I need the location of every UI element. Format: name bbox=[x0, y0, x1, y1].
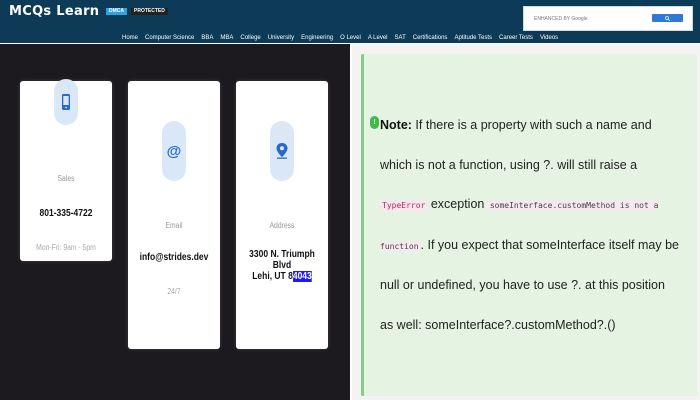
info-exclamation-icon: ! bbox=[370, 116, 379, 129]
nav-certifications[interactable]: Certifications bbox=[413, 33, 448, 43]
sales-card: Sales 801-335-4722 Mon-Fri: 9am - 5pm bbox=[20, 79, 112, 261]
nav-university[interactable]: University bbox=[268, 33, 294, 43]
address-card: Address 3300 N. Triumph Blvd Lehi, UT 84… bbox=[236, 81, 328, 349]
search-button[interactable] bbox=[652, 14, 683, 22]
contact-panel: Sales 801-335-4722 Mon-Fri: 9am - 5pm @ … bbox=[0, 44, 350, 400]
address-line2: Lehi, UT 84043 bbox=[243, 271, 321, 282]
site-header: MCQs Learn DMCA PROTECTED ENHANCED BY Go… bbox=[0, 0, 700, 43]
typeerror-code[interactable]: TypeError bbox=[380, 200, 428, 211]
email-address[interactable]: info@strides.dev bbox=[135, 252, 213, 263]
nav-college[interactable]: College bbox=[240, 33, 260, 43]
nav-engineering[interactable]: Engineering bbox=[301, 33, 333, 43]
note-op-2: ?. bbox=[571, 278, 582, 292]
address-label: Address bbox=[269, 221, 295, 230]
address-line1: 3300 N. Triumph Blvd bbox=[249, 249, 315, 271]
sales-label: Sales bbox=[57, 174, 75, 183]
google-search-box[interactable]: ENHANCED BY Google bbox=[523, 6, 693, 31]
dmca-badge[interactable]: DMCA bbox=[106, 8, 127, 15]
phone-icon bbox=[54, 79, 78, 125]
sales-phone[interactable]: 801-335-4722 bbox=[27, 208, 105, 219]
nav-mba[interactable]: MBA bbox=[220, 33, 233, 43]
search-icon bbox=[665, 15, 670, 21]
search-enhanced-label: ENHANCED BY Google bbox=[534, 16, 588, 22]
note-text-2: will still raise a bbox=[553, 157, 638, 172]
nav-computer-science[interactable]: Computer Science bbox=[145, 33, 194, 43]
nav-o-level[interactable]: O Level bbox=[340, 33, 361, 43]
email-availability: 24/7 bbox=[167, 287, 181, 296]
email-label: Email bbox=[165, 221, 183, 230]
note-text: Note: If there is a property with such a… bbox=[380, 106, 680, 345]
nav-career-tests[interactable]: Career Tests bbox=[499, 33, 533, 43]
nav-aptitude-tests[interactable]: Aptitude Tests bbox=[454, 33, 492, 43]
map-pin-icon bbox=[270, 121, 294, 181]
site-logo[interactable]: MCQs Learn bbox=[9, 4, 99, 19]
email-card: @ Email info@strides.dev 24/7 bbox=[128, 81, 220, 349]
protected-badge[interactable]: PROTECTED bbox=[131, 8, 168, 15]
note-op-1: ?. bbox=[543, 157, 554, 172]
nav-home[interactable]: Home bbox=[122, 33, 138, 43]
sales-hours: Mon-Fri: 9am - 5pm bbox=[36, 243, 96, 252]
address-zip-highlight: 4043 bbox=[292, 271, 312, 282]
main-nav: Home Computer Science BBA MBA College Un… bbox=[122, 33, 565, 43]
note-text-3: exception bbox=[427, 197, 488, 211]
note-callout: ! Note: If there is a property with such… bbox=[361, 54, 697, 396]
address-line2-text: Lehi, UT 8 bbox=[252, 271, 293, 282]
at-sign-icon: @ bbox=[162, 121, 186, 181]
note-panel: ! Note: If there is a property with such… bbox=[352, 44, 700, 400]
nav-bba[interactable]: BBA bbox=[201, 33, 213, 43]
nav-a-level[interactable]: A Level bbox=[368, 33, 388, 43]
nav-videos[interactable]: Videos bbox=[540, 33, 558, 43]
note-lead: Note: bbox=[380, 118, 412, 132]
nav-sat[interactable]: SAT bbox=[395, 33, 406, 43]
